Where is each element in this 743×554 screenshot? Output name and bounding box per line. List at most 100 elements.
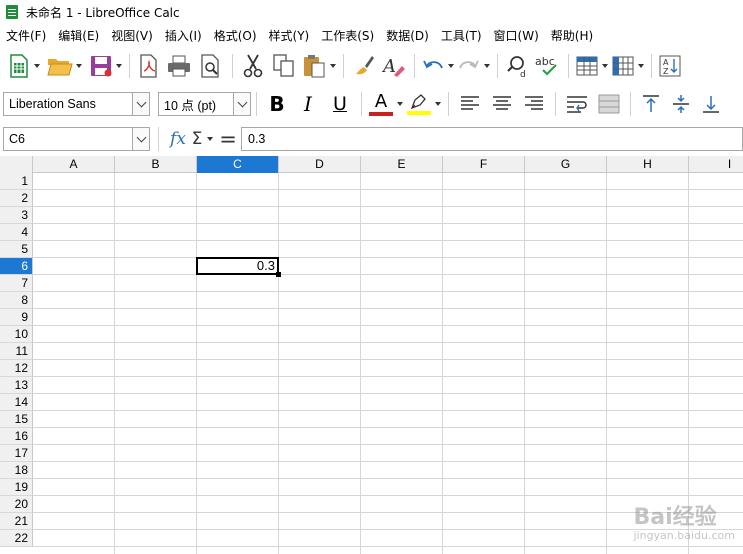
open-icon[interactable] <box>46 51 74 81</box>
row-header-21[interactable]: 21 <box>0 513 33 530</box>
menu-data[interactable]: 数据(D) <box>380 27 435 44</box>
find-replace-icon[interactable]: d <box>503 51 533 81</box>
align-top-icon[interactable] <box>636 89 666 119</box>
active-cell[interactable]: 0.3 <box>196 257 279 275</box>
sum-icon[interactable]: Σ <box>189 124 205 154</box>
new-dropdown-chevron-icon[interactable] <box>32 51 42 81</box>
column-header-d[interactable]: D <box>279 156 361 173</box>
cut-icon[interactable] <box>238 51 268 81</box>
align-right-icon[interactable] <box>518 89 550 119</box>
align-bottom-icon[interactable] <box>696 89 726 119</box>
spelling-icon[interactable]: abc <box>533 51 563 81</box>
menu-format[interactable]: 格式(O) <box>208 27 263 44</box>
menu-sheet[interactable]: 工作表(S) <box>315 27 380 44</box>
redo-icon[interactable] <box>456 51 482 81</box>
sum-dropdown-chevron-icon[interactable] <box>205 124 215 154</box>
export-pdf-icon[interactable] <box>135 51 163 81</box>
row-dropdown-chevron-icon[interactable] <box>600 51 610 81</box>
align-center-icon[interactable] <box>486 89 518 119</box>
font-color-button[interactable]: A <box>367 89 395 119</box>
row-header-12[interactable]: 12 <box>0 360 33 377</box>
column-header-b[interactable]: B <box>115 156 197 173</box>
column-header-e[interactable]: E <box>361 156 443 173</box>
bold-button[interactable]: B <box>262 89 292 119</box>
font-name-combo[interactable]: Liberation Sans <box>3 92 150 116</box>
open-dropdown-chevron-icon[interactable] <box>74 51 84 81</box>
highlight-color-dropdown-chevron-icon[interactable] <box>433 89 443 119</box>
row-header-18[interactable]: 18 <box>0 462 33 479</box>
row-header-5[interactable]: 5 <box>0 241 33 258</box>
row-header-2[interactable]: 2 <box>0 190 33 207</box>
italic-button[interactable]: I <box>292 89 324 119</box>
font-name-chevron-down-icon[interactable] <box>132 93 149 115</box>
column-header-a[interactable]: A <box>33 156 115 173</box>
menu-styles[interactable]: 样式(Y) <box>263 27 316 44</box>
row-icon[interactable] <box>574 51 600 81</box>
row-header-10[interactable]: 10 <box>0 326 33 343</box>
column-dropdown-chevron-icon[interactable] <box>636 51 646 81</box>
row-header-14[interactable]: 14 <box>0 394 33 411</box>
name-box[interactable]: C6 <box>3 127 150 151</box>
clone-formatting-icon[interactable] <box>349 51 379 81</box>
paste-dropdown-chevron-icon[interactable] <box>328 51 338 81</box>
menu-window[interactable]: 窗口(W) <box>488 27 545 44</box>
menu-edit[interactable]: 编辑(E) <box>52 27 105 44</box>
menu-view[interactable]: 视图(V) <box>105 27 159 44</box>
paste-icon[interactable] <box>300 51 328 81</box>
sort-icon[interactable]: AZ <box>657 51 683 81</box>
row-header-1[interactable]: 1 <box>0 173 33 190</box>
clear-formatting-icon[interactable]: A <box>379 51 409 81</box>
highlight-color-button[interactable] <box>405 89 433 119</box>
column-header-c[interactable]: C <box>197 156 279 173</box>
undo-dropdown-chevron-icon[interactable] <box>446 51 456 81</box>
select-all-corner[interactable] <box>0 156 33 173</box>
row-header-7[interactable]: 7 <box>0 275 33 292</box>
menu-file[interactable]: 文件(F) <box>0 27 52 44</box>
formula-equals-icon[interactable]: = <box>215 124 241 154</box>
row-header-22[interactable]: 22 <box>0 530 33 547</box>
new-icon[interactable] <box>6 51 32 81</box>
merge-cells-icon[interactable] <box>593 89 625 119</box>
column-header-h[interactable]: H <box>607 156 689 173</box>
underline-button[interactable]: U <box>324 89 356 119</box>
menu-help[interactable]: 帮助(H) <box>545 27 599 44</box>
font-size-chevron-down-icon[interactable] <box>233 93 250 115</box>
row-header-11[interactable]: 11 <box>0 343 33 360</box>
row-header-20[interactable]: 20 <box>0 496 33 513</box>
row-header-9[interactable]: 9 <box>0 309 33 326</box>
row-header-13[interactable]: 13 <box>0 377 33 394</box>
print-preview-icon[interactable] <box>195 51 227 81</box>
row-header-3[interactable]: 3 <box>0 207 33 224</box>
cell-area[interactable]: 0.3 <box>33 173 743 554</box>
column-header-f[interactable]: F <box>443 156 525 173</box>
row-header-4[interactable]: 4 <box>0 224 33 241</box>
save-dropdown-chevron-icon[interactable] <box>114 51 124 81</box>
svg-text:A: A <box>382 56 396 77</box>
column-header-g[interactable]: G <box>525 156 607 173</box>
formula-input[interactable]: 0.3 <box>241 127 743 151</box>
wrap-text-icon[interactable] <box>561 89 593 119</box>
name-box-chevron-down-icon[interactable] <box>132 128 149 150</box>
copy-icon[interactable] <box>268 51 300 81</box>
column-icon[interactable] <box>610 51 636 81</box>
undo-icon[interactable] <box>420 51 446 81</box>
row-header-19[interactable]: 19 <box>0 479 33 496</box>
center-vertically-icon[interactable] <box>666 89 696 119</box>
save-icon[interactable] <box>88 51 114 81</box>
row-header-6[interactable]: 6 <box>0 258 33 275</box>
font-size-combo[interactable]: 10 点 (pt) <box>158 92 251 116</box>
menu-tools[interactable]: 工具(T) <box>435 27 488 44</box>
print-icon[interactable] <box>163 51 195 81</box>
column-header-i[interactable]: I <box>689 156 743 173</box>
align-left-icon[interactable] <box>454 89 486 119</box>
menu-insert[interactable]: 插入(I) <box>159 27 208 44</box>
fill-handle[interactable] <box>276 272 281 277</box>
font-color-dropdown-chevron-icon[interactable] <box>395 89 405 119</box>
function-wizard-icon[interactable]: fx <box>167 124 189 154</box>
row-header-8[interactable]: 8 <box>0 292 33 309</box>
row-header-16[interactable]: 16 <box>0 428 33 445</box>
toolbar-separator <box>414 54 415 78</box>
row-header-15[interactable]: 15 <box>0 411 33 428</box>
redo-dropdown-chevron-icon[interactable] <box>482 51 492 81</box>
row-header-17[interactable]: 17 <box>0 445 33 462</box>
